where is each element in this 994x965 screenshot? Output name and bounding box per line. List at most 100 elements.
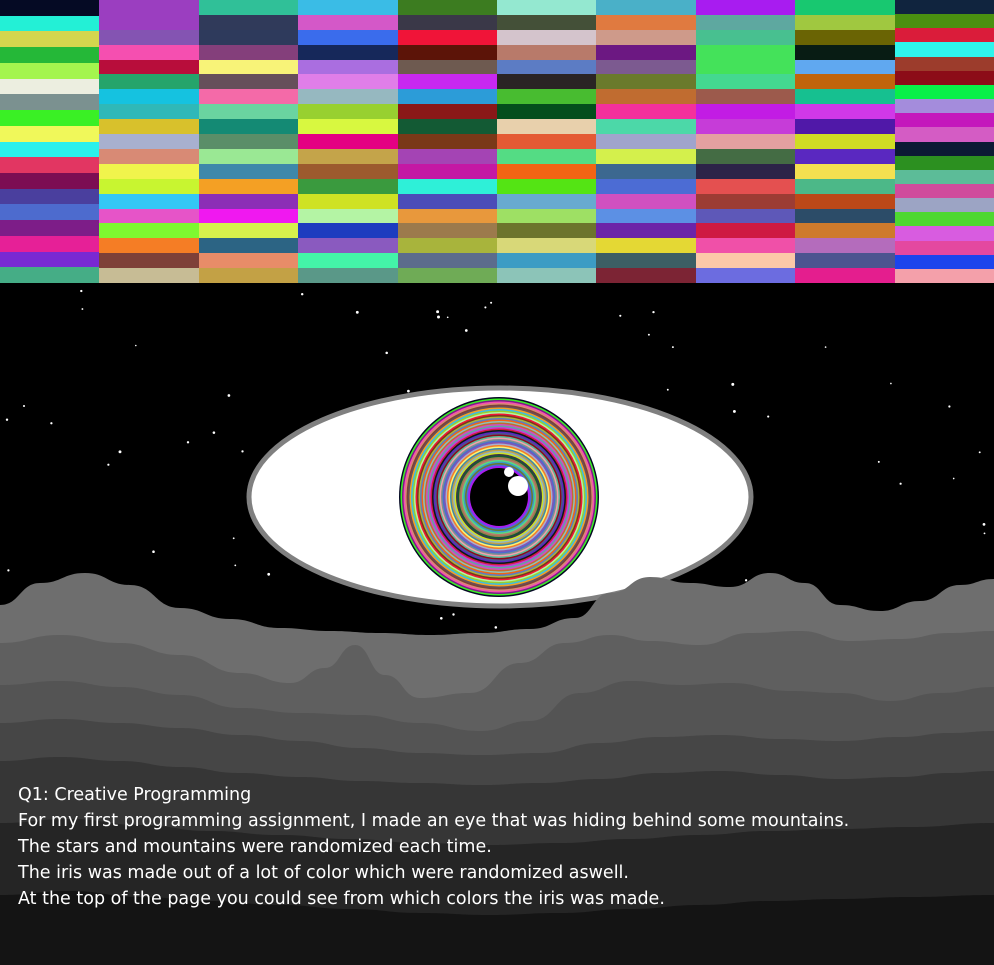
palette-swatch xyxy=(397,268,498,284)
palette-swatch xyxy=(894,155,994,171)
palette-swatch xyxy=(298,104,399,120)
palette-swatch xyxy=(0,251,100,268)
palette-swatch xyxy=(894,99,994,114)
palette-swatch xyxy=(795,148,896,165)
star xyxy=(484,306,487,309)
palette-swatch xyxy=(795,74,896,90)
palette-swatch xyxy=(397,134,498,150)
palette-swatch xyxy=(0,204,100,221)
palette-swatch xyxy=(795,89,896,105)
palette-swatch xyxy=(894,268,994,284)
palette-swatch xyxy=(0,15,100,33)
palette-swatch xyxy=(0,220,100,237)
palette-swatch xyxy=(198,268,299,284)
star xyxy=(731,382,735,386)
palette-swatch xyxy=(99,44,200,61)
palette-swatch xyxy=(198,193,299,210)
palette-swatch xyxy=(497,238,597,254)
palette-swatch xyxy=(497,44,597,61)
palette-swatch xyxy=(397,104,498,120)
star xyxy=(355,310,359,314)
star xyxy=(407,389,410,393)
palette-swatch xyxy=(99,104,200,120)
palette-swatch xyxy=(298,74,399,90)
palette-swatch xyxy=(0,157,100,174)
star xyxy=(619,314,622,317)
star xyxy=(490,301,493,304)
star xyxy=(890,382,892,385)
palette-swatch xyxy=(596,163,697,180)
palette-swatch xyxy=(596,14,697,31)
palette-swatch xyxy=(198,208,299,224)
palette-swatch xyxy=(894,254,994,270)
palette-swatch xyxy=(795,14,896,31)
palette-swatch xyxy=(397,238,498,254)
palette-swatch xyxy=(894,183,994,199)
palette-swatch xyxy=(596,74,697,90)
palette-swatch xyxy=(894,14,994,29)
palette-swatch xyxy=(795,238,896,254)
star xyxy=(671,346,674,349)
palette-swatch xyxy=(298,14,399,31)
palette-swatch xyxy=(298,59,399,76)
palette-swatch xyxy=(397,74,498,90)
palette-swatch xyxy=(596,208,697,224)
star xyxy=(899,482,902,485)
palette-swatch xyxy=(795,0,896,16)
palette-swatch xyxy=(198,14,299,31)
palette-swatch xyxy=(894,0,994,15)
star xyxy=(81,308,84,310)
palette-swatch xyxy=(695,0,796,16)
palette-swatch xyxy=(0,94,100,111)
palette-swatch xyxy=(198,44,299,61)
star xyxy=(767,415,770,418)
palette-swatch xyxy=(497,74,597,90)
star xyxy=(152,550,155,553)
star xyxy=(824,346,827,348)
palette-swatch xyxy=(596,0,697,16)
palette-swatch xyxy=(695,89,796,105)
palette-swatch xyxy=(795,193,896,210)
palette-swatch xyxy=(894,56,994,72)
palette-swatch xyxy=(497,14,597,31)
palette-swatch xyxy=(99,223,200,239)
palette-swatch xyxy=(695,134,796,150)
palette-swatch xyxy=(397,89,498,105)
star xyxy=(135,344,137,347)
palette-swatch xyxy=(497,223,597,239)
palette-swatch xyxy=(298,29,399,46)
palette-swatch xyxy=(198,253,299,269)
palette-swatch xyxy=(695,193,796,210)
palette-swatch xyxy=(397,148,498,165)
palette-swatch xyxy=(894,169,994,185)
caption-line-3: The iris was made out of a lot of color … xyxy=(18,863,629,883)
palette-swatch xyxy=(198,238,299,254)
palette-swatch xyxy=(795,44,896,61)
palette-swatch xyxy=(596,253,697,269)
star xyxy=(7,569,10,572)
palette-swatch xyxy=(99,148,200,165)
palette-swatch xyxy=(497,119,597,135)
palette-swatch xyxy=(695,223,796,239)
star xyxy=(232,537,235,540)
star xyxy=(446,316,449,319)
palette-swatch xyxy=(0,0,100,17)
palette-swatch xyxy=(497,163,597,180)
star xyxy=(666,388,669,391)
palette-swatch xyxy=(99,178,200,195)
palette-swatch xyxy=(894,240,994,256)
palette-swatch xyxy=(695,268,796,284)
palette-swatch xyxy=(198,104,299,120)
palette-swatch xyxy=(298,193,399,210)
palette-swatch xyxy=(596,59,697,76)
palette-swatch xyxy=(795,119,896,135)
star xyxy=(5,418,9,421)
palette-swatch xyxy=(198,148,299,165)
star xyxy=(982,523,986,526)
star xyxy=(436,310,440,314)
palette-swatch xyxy=(894,141,994,157)
star xyxy=(647,333,650,336)
palette-swatch xyxy=(894,28,994,44)
palette-swatch xyxy=(198,163,299,180)
star xyxy=(948,405,951,408)
